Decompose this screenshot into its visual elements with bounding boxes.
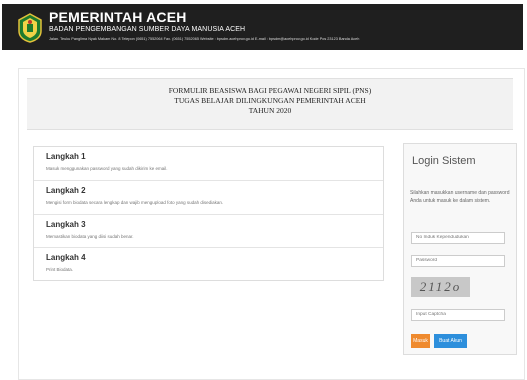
step-title: Langkah 4 — [46, 253, 86, 262]
form-title-line1: FORMULIR BEASISWA BAGI PEGAWAI NEGERI SI… — [168, 86, 372, 95]
form-title-line2: TUGAS BELAJAR DILINGKUNGAN PEMERINTAH AC… — [174, 96, 366, 105]
step-item: Langkah 4 Print Biodata. — [34, 248, 383, 280]
step-item: Langkah 3 Memastikan biodata yang diisi … — [34, 215, 383, 248]
step-title: Langkah 2 — [46, 186, 86, 195]
step-item: Langkah 1 Masuk menggunakan password yan… — [34, 147, 383, 181]
captcha-input[interactable] — [411, 309, 505, 321]
step-title: Langkah 3 — [46, 220, 86, 229]
register-button[interactable]: Buat Akun — [434, 334, 467, 348]
captcha-image: 2112o — [411, 277, 470, 297]
header-subtitle: BADAN PENGEMBANGAN SUMBER DAYA MANUSIA A… — [49, 26, 246, 33]
steps-panel: Langkah 1 Masuk menggunakan password yan… — [33, 146, 384, 281]
aceh-emblem-icon — [18, 13, 42, 43]
step-item: Langkah 2 Mengisi form biodata secara le… — [34, 181, 383, 215]
password-input[interactable] — [411, 255, 505, 267]
site-header: PEMERINTAH ACEH BADAN PENGEMBANGAN SUMBE… — [2, 4, 523, 50]
step-description: Print Biodata. — [46, 267, 74, 272]
step-description: Mengisi form biodata secara lengkap dan … — [46, 200, 224, 205]
login-description: Silahkan masukkan username dan password … — [410, 190, 510, 204]
nik-input[interactable] — [411, 232, 505, 244]
header-title: PEMERINTAH ACEH — [49, 9, 187, 25]
login-title: Login Sistem — [412, 155, 476, 167]
step-description: Memastikan biodata yang diisi sudah bena… — [46, 234, 134, 239]
form-title-line3: TAHUN 2020 — [248, 106, 292, 115]
step-title: Langkah 1 — [46, 152, 86, 161]
header-address: Jalan. Teuku Panglima Nyak Makam No. 8 T… — [49, 37, 360, 41]
form-title-banner: FORMULIR BEASISWA BAGI PEGAWAI NEGERI SI… — [27, 78, 513, 130]
step-description: Masuk menggunakan password yang sudah di… — [46, 166, 168, 171]
login-panel: Login Sistem Silahkan masukkan username … — [403, 143, 517, 355]
login-button[interactable]: Masuk — [411, 334, 430, 348]
